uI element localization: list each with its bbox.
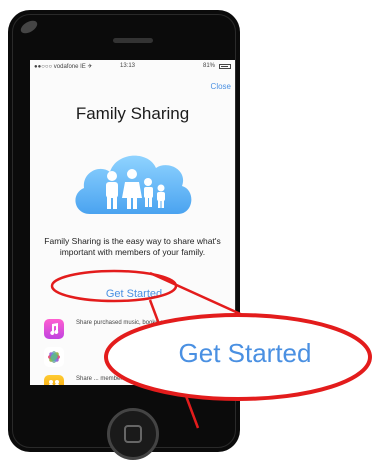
music-icon [44, 319, 64, 339]
photos-icon [44, 347, 64, 367]
list-item: Share ... members. [30, 371, 235, 385]
phone-device: ●●○○○ vodafone IE ✈ 13:13 81% Close Fami… [8, 10, 240, 460]
page-title: Family Sharing [75, 104, 190, 123]
close-button[interactable]: Close [211, 82, 231, 91]
battery-percent: 81% [202, 63, 215, 69]
home-button[interactable] [107, 408, 159, 460]
family-icon [44, 375, 64, 385]
home-square-icon [124, 425, 142, 443]
phone-screen: ●●○○○ vodafone IE ✈ 13:13 81% Close Fami… [30, 60, 235, 385]
get-started-button[interactable]: Get Started [90, 288, 178, 300]
status-time: 13:13 [120, 63, 136, 69]
feature-text: Share purchased music, books and apps. [76, 320, 187, 326]
earpiece [113, 38, 153, 43]
zoomed-get-started-label: Get Started [178, 338, 312, 368]
description-text: Family Sharing is the easy way to share … [44, 236, 221, 257]
battery-icon [219, 64, 231, 69]
status-bar: ●●○○○ vodafone IE ✈ 13:13 81% [30, 60, 235, 72]
family-cloud-icon [75, 155, 192, 214]
feature-text: Share ... members. [76, 376, 128, 382]
carrier-label: ●●○○○ vodafone IE ✈ [34, 64, 93, 70]
